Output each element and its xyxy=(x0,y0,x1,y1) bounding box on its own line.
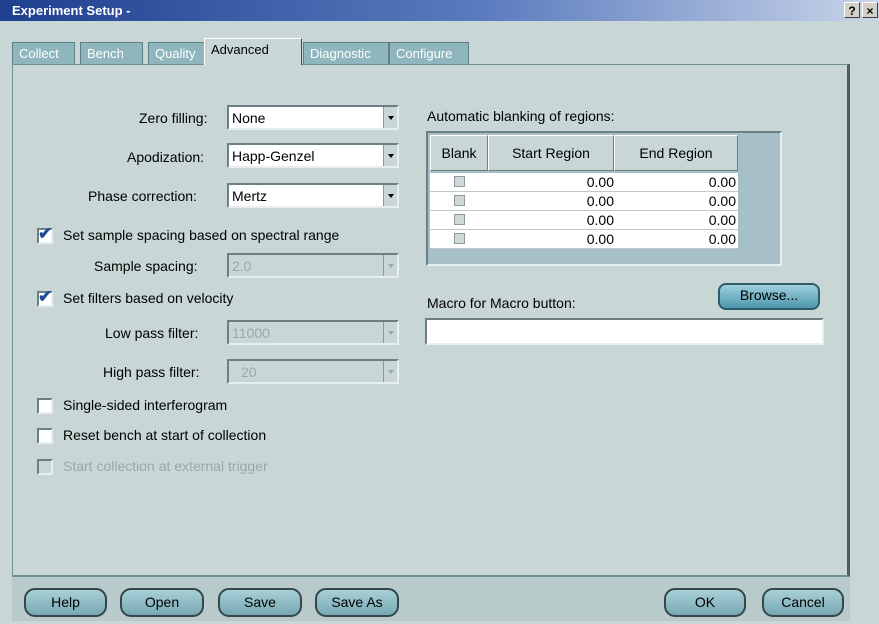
end-region-cell[interactable]: 0.00 xyxy=(709,193,736,209)
table-row: 0.00 0.00 xyxy=(430,230,738,249)
high-pass-value: 20 xyxy=(241,364,257,380)
phase-correction-select[interactable]: Mertz xyxy=(227,183,399,208)
end-region-cell[interactable]: 0.00 xyxy=(709,174,736,190)
sample-spacing-select[interactable]: 2.0 xyxy=(227,253,399,278)
reset-bench-label: Reset bench at start of collection xyxy=(63,427,267,443)
start-region-cell[interactable]: 0.00 xyxy=(587,212,614,228)
zero-filling-value: None xyxy=(232,110,266,126)
single-sided-checkbox[interactable] xyxy=(37,398,53,414)
chevron-down-icon[interactable] xyxy=(383,255,397,276)
window-title: Experiment Setup - xyxy=(12,3,131,18)
single-sided-label: Single-sided interferogram xyxy=(63,397,228,413)
zero-filling-label: Zero filling: xyxy=(139,110,208,126)
blanking-label: Automatic blanking of regions: xyxy=(427,108,615,124)
table-row: 0.00 0.00 xyxy=(430,211,738,230)
macro-input[interactable] xyxy=(425,318,824,345)
chevron-down-icon[interactable] xyxy=(383,185,397,206)
high-pass-label: High pass filter: xyxy=(103,364,200,380)
phase-correction-value: Mertz xyxy=(232,188,267,204)
table-row: 0.00 0.00 xyxy=(430,192,738,211)
tab-diagnostic[interactable]: Diagnostic xyxy=(303,42,389,64)
help-button[interactable]: Help xyxy=(24,588,107,617)
apodization-select[interactable]: Happ-Genzel xyxy=(227,143,399,168)
low-pass-select[interactable]: 11000 xyxy=(227,320,399,345)
end-region-cell[interactable]: 0.00 xyxy=(709,231,736,247)
tab-bench[interactable]: Bench xyxy=(80,42,143,64)
start-region-cell[interactable]: 0.00 xyxy=(587,231,614,247)
cancel-button[interactable]: Cancel xyxy=(762,588,844,617)
help-title-button[interactable]: ? xyxy=(844,2,860,18)
blank-column-header[interactable]: Blank xyxy=(430,135,488,171)
tab-quality[interactable]: Quality xyxy=(148,42,211,64)
low-pass-value: 11000 xyxy=(232,325,270,341)
chevron-down-icon[interactable] xyxy=(383,145,397,166)
apodization-label: Apodization: xyxy=(127,149,205,165)
external-trigger-label: Start collection at external trigger xyxy=(63,458,268,474)
title-bar: Experiment Setup - ? × xyxy=(0,0,879,21)
sample-spacing-checkbox-label: Set sample spacing based on spectral ran… xyxy=(63,227,340,243)
zero-filling-select[interactable]: None xyxy=(227,105,399,130)
tab-configure[interactable]: Configure xyxy=(389,42,469,64)
macro-label: Macro for Macro button: xyxy=(427,295,576,311)
reset-bench-checkbox[interactable] xyxy=(37,428,53,444)
high-pass-select[interactable]: 20 xyxy=(227,359,399,384)
start-region-cell[interactable]: 0.00 xyxy=(587,174,614,190)
blanking-table: Blank Start Region End Region 0.00 0.00 … xyxy=(426,131,782,266)
blank-checkbox[interactable] xyxy=(454,176,465,187)
low-pass-label: Low pass filter: xyxy=(105,325,199,341)
sample-spacing-label: Sample spacing: xyxy=(94,258,198,274)
checkmark-icon: ✔ xyxy=(38,287,53,306)
start-region-cell[interactable]: 0.00 xyxy=(587,193,614,209)
chevron-down-icon[interactable] xyxy=(383,107,397,128)
open-button[interactable]: Open xyxy=(120,588,204,617)
blank-checkbox[interactable] xyxy=(454,233,465,244)
close-title-button[interactable]: × xyxy=(862,2,878,18)
blank-checkbox[interactable] xyxy=(454,195,465,206)
table-row: 0.00 0.00 xyxy=(430,173,738,192)
start-region-column-header[interactable]: Start Region xyxy=(488,135,614,171)
apodization-value: Happ-Genzel xyxy=(232,148,315,164)
phase-correction-label: Phase correction: xyxy=(88,188,197,204)
blank-checkbox[interactable] xyxy=(454,214,465,225)
tab-advanced[interactable]: Advanced xyxy=(204,38,302,65)
save-button[interactable]: Save xyxy=(218,588,302,617)
filters-checkbox[interactable]: ✔ xyxy=(37,287,53,307)
sample-spacing-checkbox[interactable]: ✔ xyxy=(37,224,53,244)
chevron-down-icon[interactable] xyxy=(383,322,397,343)
sample-spacing-value: 2.0 xyxy=(232,258,252,274)
chevron-down-icon[interactable] xyxy=(383,361,397,382)
save-as-button[interactable]: Save As xyxy=(315,588,399,617)
external-trigger-checkbox[interactable] xyxy=(37,459,53,475)
tab-collect[interactable]: Collect xyxy=(12,42,75,64)
end-region-cell[interactable]: 0.00 xyxy=(709,212,736,228)
end-region-column-header[interactable]: End Region xyxy=(614,135,738,171)
browse-button[interactable]: Browse... xyxy=(718,283,820,310)
ok-button[interactable]: OK xyxy=(664,588,746,617)
checkmark-icon: ✔ xyxy=(38,224,53,243)
filters-checkbox-label: Set filters based on velocity xyxy=(63,290,234,306)
